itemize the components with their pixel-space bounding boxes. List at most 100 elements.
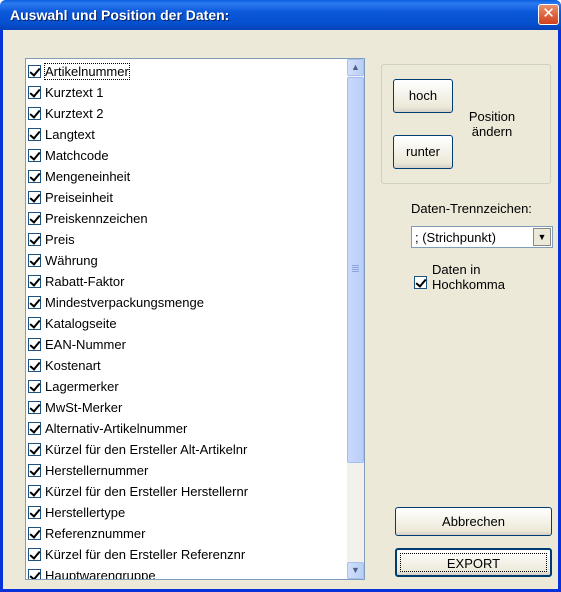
move-up-button[interactable]: hoch [393,79,453,113]
item-checkbox[interactable] [28,422,41,435]
item-checkbox[interactable] [28,170,41,183]
item-label: Kostenart [45,358,101,373]
item-checkbox[interactable] [28,233,41,246]
item-checkbox[interactable] [28,527,41,540]
move-down-button[interactable]: runter [393,135,453,169]
list-item[interactable]: Kürzel für den Ersteller Referenznr [28,544,346,565]
quote-label-line2: Hochkomma [432,277,505,292]
item-label: Matchcode [45,148,109,163]
item-label: Kürzel für den Ersteller Alt-Artikelnr [45,442,248,457]
position-change-label: Position ändern [462,109,522,139]
cancel-button[interactable]: Abbrechen [395,507,552,536]
item-label: Langtext [45,127,95,142]
item-label: Artikelnummer [44,63,130,80]
grip-line [352,271,359,272]
list-item[interactable]: Referenznummer [28,523,346,544]
dropdown-button[interactable]: ▼ [533,228,551,246]
list-item[interactable]: Preiskennzeichen [28,208,346,229]
export-button[interactable]: EXPORT [395,548,552,577]
item-checkbox[interactable] [28,275,41,288]
item-checkbox[interactable] [28,506,41,519]
list-item[interactable]: Preis [28,229,346,250]
item-checkbox[interactable] [28,191,41,204]
item-label: Referenznummer [45,526,146,541]
list-item[interactable]: Katalogseite [28,313,346,334]
item-checkbox[interactable] [28,401,41,414]
list-item[interactable]: Kurztext 2 [28,103,346,124]
list-item[interactable]: Herstellernummer [28,460,346,481]
list-item[interactable]: Hauptwarengruppe [28,565,346,580]
item-checkbox[interactable] [28,86,41,99]
focus-ring [400,553,547,572]
list-item[interactable]: Kürzel für den Ersteller Alt-Artikelnr [28,439,346,460]
list-item[interactable]: Mindestverpackungsmenge [28,292,346,313]
item-checkbox[interactable] [28,443,41,456]
item-checkbox[interactable] [28,149,41,162]
scroll-thumb[interactable] [347,77,364,463]
item-checkbox[interactable] [28,254,41,267]
item-label: Kürzel für den Ersteller Herstellernr [45,484,249,499]
item-checkbox[interactable] [28,359,41,372]
item-checkbox[interactable] [28,212,41,225]
item-checkbox[interactable] [28,380,41,393]
grip-line [352,265,359,266]
item-label: Lagermerker [45,379,119,394]
separator-select[interactable]: ; (Strichpunkt) ▼ [411,226,553,248]
item-checkbox[interactable] [28,296,41,309]
item-label: Alternativ-Artikelnummer [45,421,188,436]
grip-line [352,269,359,270]
list-item[interactable]: MwSt-Merker [28,397,346,418]
scroll-up-icon: ▲ [351,62,360,72]
item-checkbox[interactable] [28,128,41,141]
title-bar[interactable]: Auswahl und Position der Daten: ✕ [0,0,561,30]
separator-selected-value: ; (Strichpunkt) [415,230,496,245]
item-label: Preiskennzeichen [45,211,148,226]
item-label: Rabatt-Faktor [45,274,125,289]
chevron-down-icon: ▼ [537,232,547,242]
list-item[interactable]: Langtext [28,124,346,145]
item-label: Katalogseite [45,316,117,331]
item-label: Kurztext 2 [45,106,104,121]
item-label: Herstellertype [45,505,126,520]
item-checkbox[interactable] [28,317,41,330]
list-item[interactable]: EAN-Nummer [28,334,346,355]
field-list: Artikelnummer Kurztext 1 Kurztext 2 Langtex… [28,61,346,580]
list-item[interactable]: Preiseinheit [28,187,346,208]
item-label: Währung [45,253,98,268]
close-button[interactable]: ✕ [538,4,559,25]
list-item[interactable]: Matchcode [28,145,346,166]
list-item[interactable]: Kostenart [28,355,346,376]
position-label-line2: ändern [471,124,513,139]
item-checkbox[interactable] [28,569,41,579]
list-item[interactable]: Kurztext 1 [28,82,346,103]
item-label: Preis [45,232,75,247]
list-item[interactable]: Währung [28,250,346,271]
scroll-up-button[interactable]: ▲ [347,59,364,76]
list-item[interactable]: Herstellertype [28,502,346,523]
list-item[interactable]: Mengeneinheit [28,166,346,187]
list-item[interactable]: Lagermerker [28,376,346,397]
vertical-scrollbar[interactable]: ▲ ▼ [347,59,364,579]
item-label: Hauptwarengruppe [45,568,156,580]
quote-checkbox-label: Daten in Hochkomma [432,262,505,292]
item-checkbox[interactable] [28,485,41,498]
item-label: Kürzel für den Ersteller Referenznr [45,547,246,562]
window-title: Auswahl und Position der Daten: [10,7,230,23]
close-icon: ✕ [542,5,555,22]
item-checkbox[interactable] [28,107,41,120]
item-label: Preiseinheit [45,190,113,205]
item-checkbox[interactable] [28,65,41,78]
separator-label: Daten-Trennzeichen: [411,201,532,216]
item-label: EAN-Nummer [45,337,126,352]
item-label: MwSt-Merker [45,400,123,415]
field-listbox[interactable]: Artikelnummer Kurztext 1 Kurztext 2 Langtex… [25,58,365,580]
item-checkbox[interactable] [28,338,41,351]
list-item[interactable]: Alternativ-Artikelnummer [28,418,346,439]
item-checkbox[interactable] [28,548,41,561]
list-item[interactable]: Artikelnummer [28,61,346,82]
item-checkbox[interactable] [28,464,41,477]
scroll-down-button[interactable]: ▼ [347,562,364,579]
list-item[interactable]: Rabatt-Faktor [28,271,346,292]
quote-checkbox[interactable] [414,276,427,289]
list-item[interactable]: Kürzel für den Ersteller Herstellernr [28,481,346,502]
